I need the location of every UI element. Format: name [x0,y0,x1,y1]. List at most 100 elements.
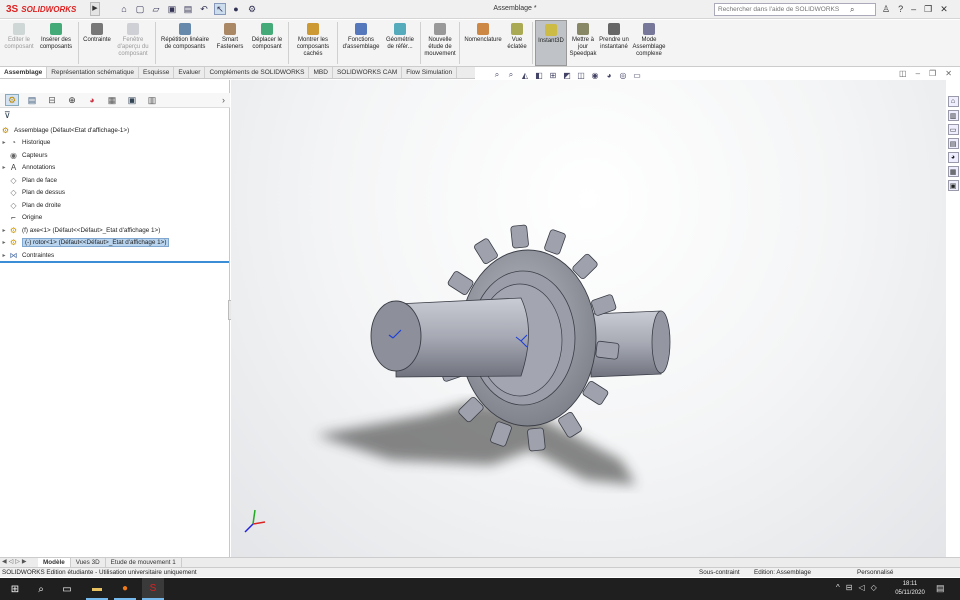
cam-operation-tree-tab-icon[interactable]: ▣ [125,94,139,106]
open-icon[interactable]: ▱ [150,3,162,15]
bottom-tab[interactable]: Modèle [38,558,71,567]
bottom-tab[interactable]: Etude de mouvement 1 [106,558,182,567]
windows-start-icon[interactable]: ⊞ [4,578,26,600]
display-manager-tab-icon[interactable]: ◕ [85,94,99,106]
rebuild-icon[interactable]: ● [230,3,242,15]
menu-expand-arrow-icon[interactable]: ▶ [90,2,100,16]
restore-icon[interactable]: ❐ [924,4,932,15]
taskbar-search-icon[interactable]: ⌕ [30,578,52,600]
forum-icon[interactable]: ▣ [947,180,959,191]
previous-view-icon[interactable]: ◭ [520,70,530,80]
doc-close-icon[interactable]: ✕ [945,69,952,78]
doc-restore-icon[interactable]: ❐ [929,69,936,78]
solidworks-taskbar-icon[interactable]: S [142,578,164,600]
home-icon[interactable]: ⌂ [118,3,130,15]
shaft-front[interactable] [370,297,529,378]
linear-pattern-button[interactable]: Répétition linéaire de composants [158,20,212,66]
command-tab[interactable]: Assemblage [0,67,48,78]
move-component-button[interactable]: Déplacer le composant [248,20,286,66]
cam-tool-tree-tab-icon[interactable]: ▥ [145,94,159,106]
tree-root[interactable]: ⚙ Assemblage (Défaut<Etat d'affichage-1>… [0,124,230,137]
new-doc-icon[interactable]: ▢ [134,3,146,15]
minimize-icon[interactable]: – [911,4,916,14]
rotor-tooth[interactable] [510,224,529,249]
solidworks-logo[interactable]: 3S SOLIDWORKS [6,3,76,16]
bottom-tab[interactable]: Vues 3D [71,558,106,567]
feature-manager-tab-icon[interactable]: ⚙ [5,94,19,106]
tree-item[interactable]: ▸ ⋈ Contraintes [0,249,230,262]
task-view-icon[interactable]: ▭ [56,578,78,600]
rotor-tooth[interactable] [595,340,620,360]
command-tab[interactable]: Esquisse [139,67,175,78]
dynamic-annotation-icon[interactable]: ⊞ [548,70,558,80]
component-preview-button[interactable]: Fenêtre d'aperçu du composant [113,20,153,66]
hide-show-items-icon[interactable]: ◉ [590,70,600,80]
expand-arrow-icon[interactable]: ▸ [0,139,8,146]
design-library-icon[interactable]: ▥ [947,110,959,121]
save-icon[interactable]: ▣ [166,3,178,15]
view-settings-icon[interactable]: ▭ [632,70,642,80]
tree-item[interactable]: ▸ ◔ Historique [0,137,230,150]
smart-fasteners-button[interactable]: Smart Fasteners [212,20,248,66]
first-tab-icon[interactable]: ◀ [2,558,7,565]
zoom-to-fit-icon[interactable]: ⌕ [492,70,502,80]
take-snapshot-button[interactable]: Prendre un instantané [599,20,629,66]
help-search-field[interactable]: ⌕ [714,3,876,16]
edit-appearance-icon[interactable]: ◕ [604,70,614,80]
edit-component-button[interactable]: Editer le composant [2,20,36,66]
chevron-right-icon[interactable]: › [222,95,225,105]
status-units[interactable]: Personnalisé [857,569,893,576]
assembly-features-button[interactable]: Fonctions d'assemblage [340,20,382,66]
options-icon[interactable]: ⚙ [246,3,258,15]
rotor-tooth[interactable] [544,229,566,255]
mate-button[interactable]: Contrainte [81,20,113,66]
volume-icon[interactable]: ◁ [858,583,864,592]
rollback-bar[interactable] [0,261,229,263]
view-orientation-icon[interactable]: ◩ [562,70,572,80]
expand-arrow-icon[interactable]: ▸ [0,227,8,234]
file-explorer-taskbar-icon[interactable]: ▬ [86,578,108,600]
insert-components-button[interactable]: Insérer des composants [36,20,76,66]
reference-geometry-button[interactable]: Géométrie de référ... [382,20,418,66]
doc-minimize-icon[interactable]: – [916,69,920,78]
file-explorer-icon[interactable]: ▭ [947,124,959,135]
instant3d-button[interactable]: Instant3D [535,20,567,66]
print-icon[interactable]: ▤ [182,3,194,15]
next-tab-icon[interactable]: ▷ [15,558,20,565]
assembly-model[interactable] [231,80,946,557]
tree-item[interactable]: ▸ ⚙ (f) axe<1> (Défaut<<Défaut>_Etat d'aff… [0,224,230,237]
exploded-view-button[interactable]: Vue éclatée [504,20,530,66]
tree-item[interactable]: ▸ ⚙ (-) rotor<1> (Défaut<<Défaut>_Etat d'a… [0,237,230,250]
prev-tab-icon[interactable]: ◁ [9,558,14,565]
dimxpert-tab-icon[interactable]: ⊕ [65,94,79,106]
apply-scene-icon[interactable]: ◎ [618,70,628,80]
dropbox-icon[interactable]: ◇ [871,583,877,592]
expand-arrow-icon[interactable]: ▸ [0,164,8,171]
search-icon[interactable]: ⌕ [850,5,854,15]
command-tab[interactable]: SOLIDWORKS CAM [333,67,403,78]
new-motion-study-button[interactable]: Nouvelle étude de mouvement [423,20,457,66]
undo-icon[interactable]: ↶ [198,3,210,15]
tree-item[interactable]: ▸ A Annotations [0,162,230,175]
tree-item[interactable]: ⌐ Origine [0,212,230,225]
cam-feature-tree-tab-icon[interactable]: ▦ [105,94,119,106]
filter-icon[interactable]: ⊽ [4,110,11,121]
last-tab-icon[interactable]: ▶ [22,558,27,565]
view-palette-icon[interactable]: ▤ [947,138,959,149]
notifications-icon[interactable]: ▤ [936,583,945,594]
custom-properties-icon[interactable]: ▦ [947,166,959,177]
taskbar-clock[interactable]: 18:11 05/11/2020 [888,580,932,598]
command-tab[interactable]: MBD [309,67,333,78]
tray-chevron-icon[interactable]: ^ [836,583,840,592]
network-icon[interactable]: ⊟ [846,583,853,592]
help-search-input[interactable] [718,6,848,13]
command-tab[interactable]: Evaluer [174,67,206,78]
select-icon[interactable]: ↖ [214,3,226,15]
command-tab[interactable]: Flow Simulation [402,67,458,78]
configuration-manager-tab-icon[interactable]: ⊟ [45,94,59,106]
command-tab[interactable]: Représentation schématique [47,67,140,78]
expand-arrow-icon[interactable]: ▸ [0,239,8,246]
tree-item[interactable]: ◇ Plan de dessus [0,187,230,200]
tree-item[interactable]: ◇ Plan de droite [0,199,230,212]
bill-of-materials-button[interactable]: Nomenclature [462,20,504,66]
